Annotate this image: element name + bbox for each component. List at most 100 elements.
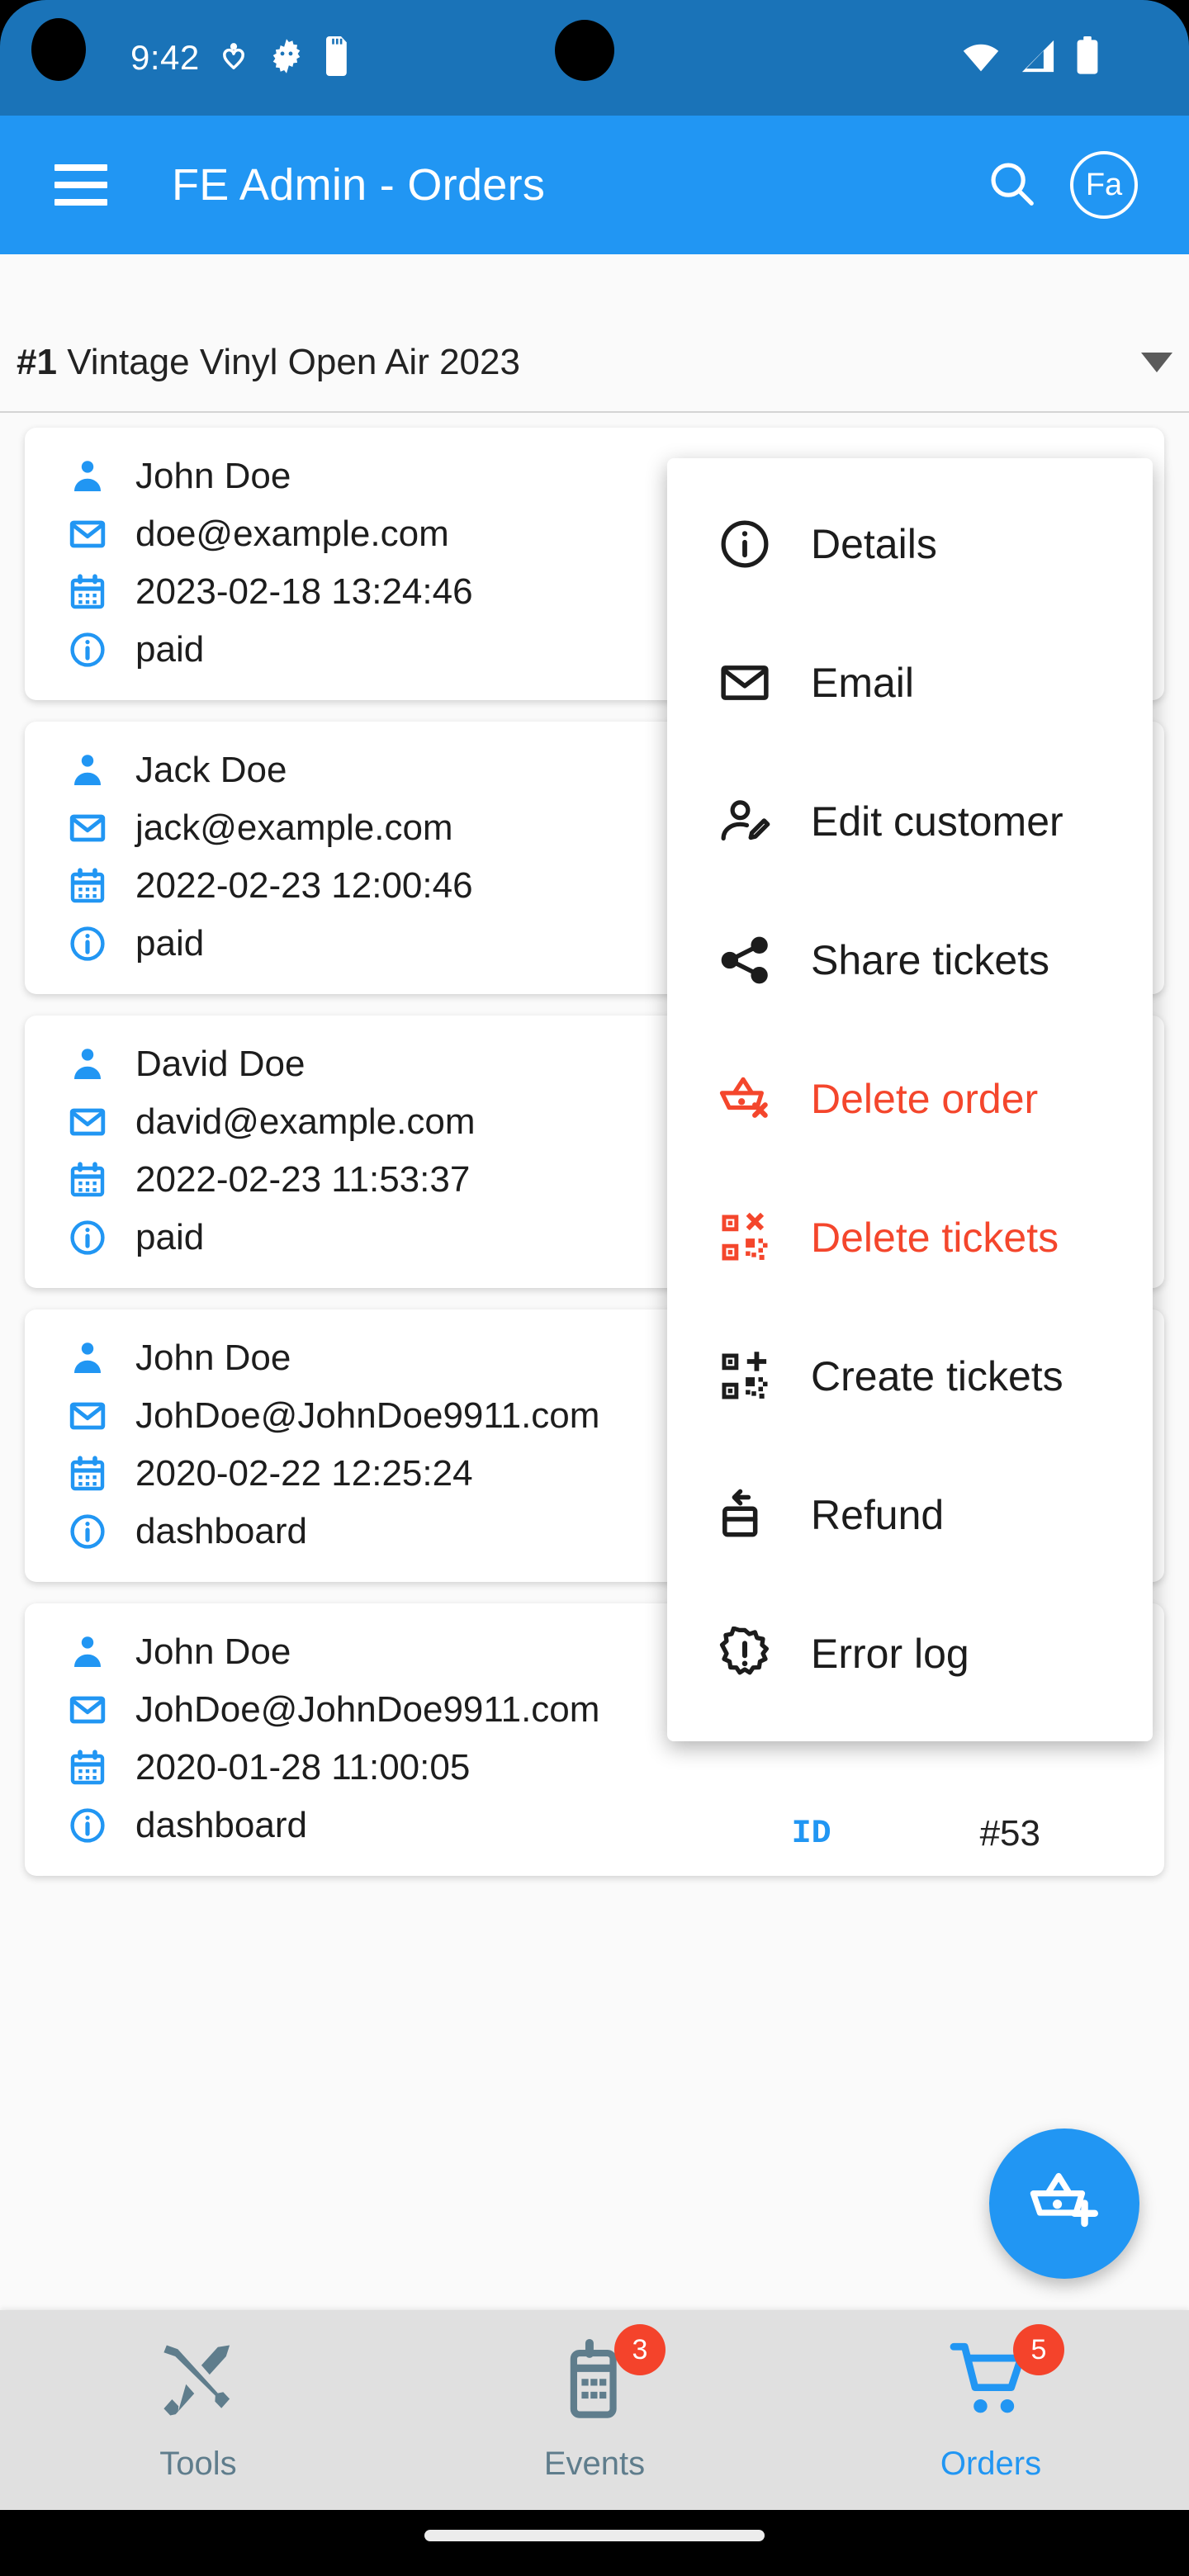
nav-item-orders[interactable]: 5 Orders [793,2310,1189,2510]
basket-remove-icon [713,1072,776,1126]
menu-item-label: Error log [811,1630,969,1678]
order-email: jack@example.com [135,807,453,849]
calendar-icon [64,1160,111,1200]
order-date: 2023-02-18 13:24:46 [135,571,473,613]
order-email: JohDoe@JohnDoe9911.com [135,1395,599,1437]
search-icon[interactable] [986,158,1037,213]
gear-icon [268,37,306,79]
event-selector[interactable]: #1 Vintage Vinyl Open Air 2023 [0,314,1189,413]
device-icon [552,2413,637,2427]
nav-badge: 5 [1013,2324,1064,2375]
menu-item-share-tickets[interactable]: Share tickets [667,891,1153,1030]
signal-icon [1019,39,1057,78]
status-bar-right [961,0,1100,116]
nav-badge: 3 [614,2324,666,2375]
add-order-fab[interactable] [989,2129,1139,2279]
order-email: JohDoe@JohnDoe9911.com [135,1689,599,1731]
order-email: david@example.com [135,1101,476,1143]
person-icon [64,751,111,790]
nav-item-label: Events [544,2446,645,2483]
menu-item-label: Create tickets [811,1352,1063,1400]
order-date: 2022-02-23 12:00:46 [135,865,473,907]
tools-icon [155,2413,241,2427]
qr-add-icon [713,1349,776,1404]
envelope-icon [64,1396,111,1436]
menu-item-label: Edit customer [811,798,1063,845]
gesture-navigation-bar [0,2510,1189,2576]
nav-item-label: Tools [159,2446,236,2483]
nav-item-label: Orders [940,2446,1041,2483]
person-icon [64,1632,111,1672]
chevron-down-icon[interactable] [1141,353,1172,372]
envelope-icon [64,808,111,848]
event-name: Vintage Vinyl Open Air 2023 [67,342,520,382]
share-icon [713,933,776,987]
cart-icon [945,2413,1036,2427]
calendar-icon [64,1748,111,1788]
app-bar-actions: Fa [986,151,1138,219]
nav-item-events[interactable]: 3 Events [396,2310,793,2510]
basket-add-icon [1026,2164,1102,2244]
calendar-icon [64,1454,111,1494]
wifi-icon [961,40,1001,77]
menu-item-label: Refund [811,1491,944,1539]
menu-item-label: Share tickets [811,936,1049,984]
info-circle-icon [713,517,776,571]
menu-item-details[interactable]: Details [667,475,1153,613]
event-number: #1 [17,342,57,382]
person-icon [64,1044,111,1084]
order-id-value: #53 [980,1813,1040,1854]
calendar-icon [64,572,111,612]
nav-item-tools[interactable]: Tools [0,2310,396,2510]
order-customer-name: Jack Doe [135,750,287,791]
battery-icon [1075,36,1100,80]
order-date: 2020-02-22 12:25:24 [135,1453,473,1494]
order-customer-name: John Doe [135,1631,291,1673]
menu-item-delete-tickets[interactable]: Delete tickets [667,1168,1153,1307]
person-icon [64,457,111,496]
phone-screen: 9:42 [0,0,1189,2576]
bottom-navigation: Tools 3 [0,2310,1189,2510]
home-indicator[interactable] [424,2530,765,2541]
person-edit-icon [713,794,776,849]
status-bar-left: 9:42 [130,0,352,116]
hamburger-menu-icon[interactable] [54,164,107,206]
sd-card-icon [324,36,352,80]
order-id-row: ID #53 [25,1813,1164,1854]
calendar-icon [64,866,111,906]
menu-item-label: Delete order [811,1075,1038,1123]
order-customer-name: David Doe [135,1044,305,1085]
camera-notch-left [31,18,86,81]
menu-item-label: Email [811,659,914,707]
page-title: FE Admin - Orders [172,159,545,211]
order-customer-name: John Doe [135,456,291,497]
order-customer-name: John Doe [135,1338,291,1379]
order-id-label: ID [792,1816,831,1853]
menu-item-label: Delete tickets [811,1214,1059,1262]
menu-item-error-log[interactable]: Error log [667,1584,1153,1723]
menu-item-create-tickets[interactable]: Create tickets [667,1307,1153,1446]
envelope-icon [64,514,111,554]
status-bar-clock: 9:42 [130,38,200,78]
envelope-icon [64,1102,111,1142]
envelope-icon [713,656,776,710]
menu-item-refund[interactable]: Refund [667,1446,1153,1584]
alert-burst-icon [713,1627,776,1681]
card-return-icon [713,1488,776,1542]
menu-item-email[interactable]: Email [667,613,1153,752]
app-bar: FE Admin - Orders Fa [0,116,1189,254]
menu-item-edit-customer[interactable]: Edit customer [667,752,1153,891]
envelope-icon [64,1690,111,1730]
order-email: doe@example.com [135,514,449,555]
order-date: 2022-02-23 11:53:37 [135,1159,470,1200]
status-bar: 9:42 [0,0,1189,116]
menu-item-delete-order[interactable]: Delete order [667,1030,1153,1168]
person-icon [64,1338,111,1378]
event-selector-text: #1 Vintage Vinyl Open Air 2023 [17,342,520,383]
avatar[interactable]: Fa [1070,151,1138,219]
menu-item-label: Details [811,520,937,568]
order-date-row: 2020-01-28 11:00:05 [64,1739,1164,1797]
heart-pulse-icon [218,38,249,78]
qr-remove-icon [713,1210,776,1265]
order-context-menu: Details Email Edit customer [667,458,1153,1741]
